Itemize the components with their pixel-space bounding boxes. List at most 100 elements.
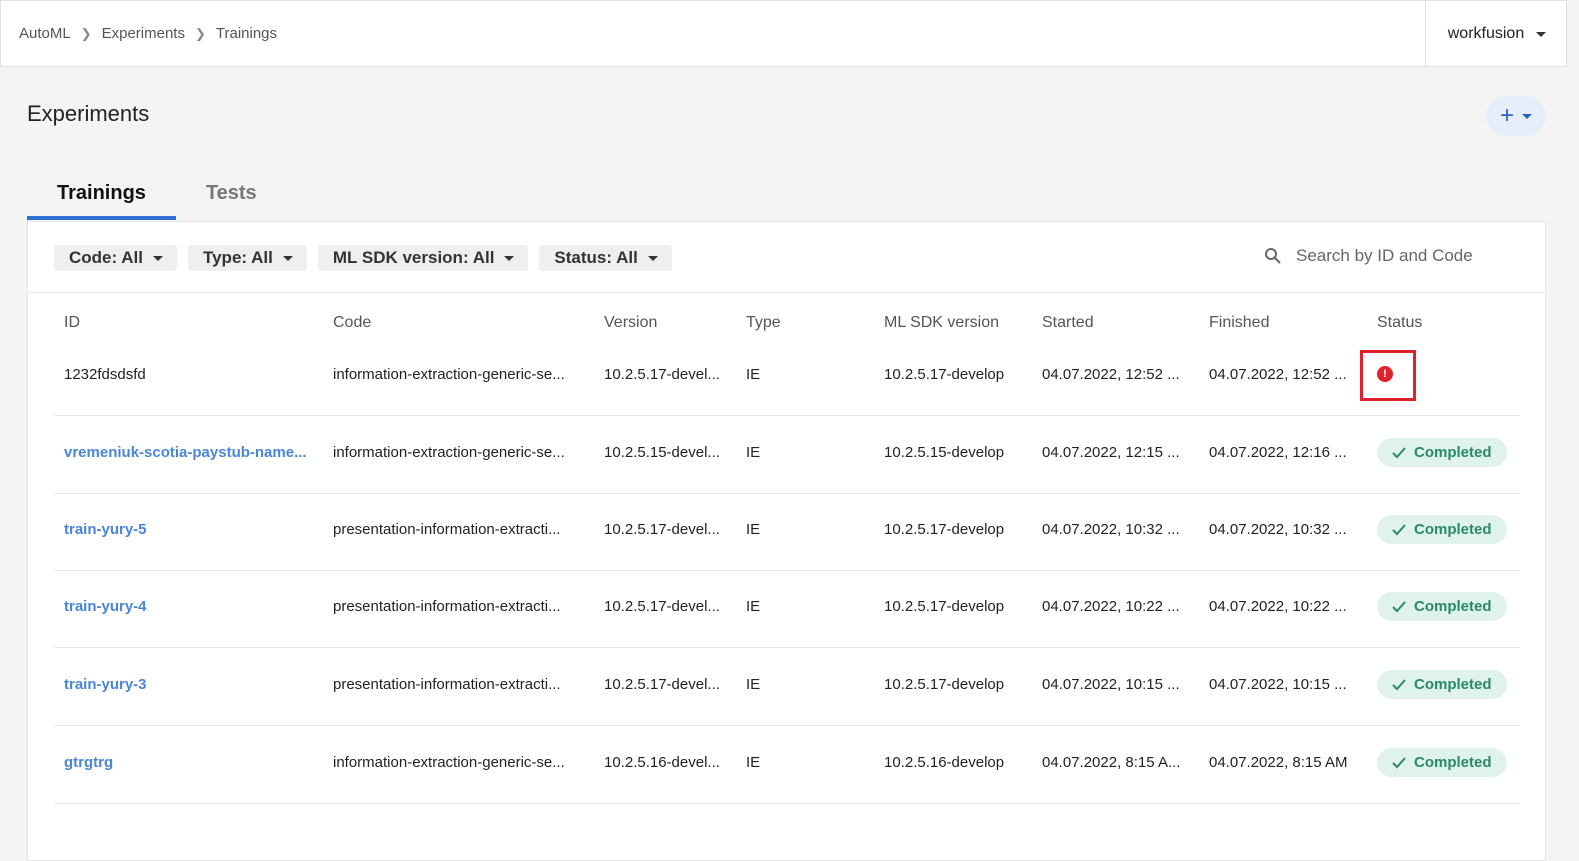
tabs: Trainings Tests: [27, 170, 287, 220]
status-label: Completed: [1414, 521, 1492, 538]
cell-type: IE: [746, 444, 761, 461]
filter-status-label: Status: All: [554, 248, 638, 267]
cell-finished: 04.07.2022, 12:52 ...: [1209, 366, 1347, 383]
chevron-right-icon: ❯: [194, 25, 206, 41]
cell-ml-sdk-version: 10.2.5.17-develop: [884, 598, 1005, 615]
cell-type: IE: [746, 754, 761, 771]
tab-tests[interactable]: Tests: [176, 170, 287, 220]
cell-id[interactable]: gtrgtrg: [64, 754, 310, 771]
cell-id[interactable]: train-yury-5: [64, 521, 310, 538]
caret-down-icon: [647, 255, 658, 261]
search-icon: [1265, 248, 1281, 264]
cell-version: 10.2.5.17-devel...: [604, 676, 720, 693]
column-header-finished[interactable]: Finished: [1209, 314, 1359, 332]
cell-type: IE: [746, 366, 761, 383]
cell-id[interactable]: train-yury-3: [64, 676, 310, 693]
breadcrumb-automl[interactable]: AutoML: [19, 25, 71, 42]
cell-started: 04.07.2022, 10:32 ...: [1042, 521, 1180, 538]
cell-status: Completed: [1377, 438, 1517, 467]
caret-down-icon: [504, 255, 515, 261]
cell-type: IE: [746, 521, 761, 538]
column-header-started[interactable]: Started: [1042, 314, 1187, 332]
table-row[interactable]: gtrgtrg information-extraction-generic-se…: [54, 726, 1520, 804]
cell-started: 04.07.2022, 10:22 ...: [1042, 598, 1180, 615]
filter-code-label: Code: All: [69, 248, 143, 267]
cell-finished: 04.07.2022, 10:15 ...: [1209, 676, 1347, 693]
status-badge: Completed: [1377, 670, 1507, 699]
cell-ml-sdk-version: 10.2.5.16-develop: [884, 754, 1005, 771]
user-name: workfusion: [1447, 25, 1525, 42]
add-button[interactable]: +: [1486, 96, 1546, 136]
caret-down-icon: [1522, 113, 1532, 119]
filter-status[interactable]: Status: All: [539, 245, 672, 271]
cell-code: presentation-information-extracti...: [333, 521, 561, 538]
filter-type-label: Type: All: [202, 248, 273, 267]
status-label: Completed: [1414, 754, 1492, 771]
trainings-table-card: Code: All Type: All ML SDK version: All …: [27, 221, 1546, 861]
table-row[interactable]: vremeniuk-scotia-paystub-name... informat…: [54, 416, 1520, 494]
breadcrumb-trainings: Trainings: [215, 25, 278, 42]
cell-status: Completed: [1377, 592, 1517, 621]
status-badge: Completed: [1377, 515, 1507, 544]
cell-code: presentation-information-extracti...: [333, 676, 561, 693]
cell-code: presentation-information-extracti...: [333, 598, 561, 615]
table-row[interactable]: train-yury-3 presentation-information-ext…: [54, 648, 1520, 726]
cell-status: Completed: [1377, 748, 1517, 777]
cell-id[interactable]: train-yury-4: [64, 598, 310, 615]
search-input[interactable]: Search by ID and Code: [1296, 246, 1473, 266]
cell-version: 10.2.5.17-devel...: [604, 366, 720, 383]
breadcrumb-experiments[interactable]: Experiments: [102, 25, 185, 42]
caret-down-icon: [1536, 31, 1547, 37]
column-header-version[interactable]: Version: [604, 314, 725, 332]
caret-down-icon: [282, 255, 293, 261]
cell-version: 10.2.5.16-devel...: [604, 754, 720, 771]
cell-id[interactable]: vremeniuk-scotia-paystub-name...: [64, 444, 310, 461]
status-badge: Completed: [1377, 748, 1507, 777]
table-row[interactable]: train-yury-5 presentation-information-ext…: [54, 493, 1520, 571]
tab-trainings[interactable]: Trainings: [27, 170, 176, 220]
column-header-code[interactable]: Code: [333, 314, 582, 332]
status-badge: Completed: [1377, 438, 1507, 467]
cell-type: IE: [746, 598, 761, 615]
caret-down-icon: [152, 255, 163, 261]
cell-finished: 04.07.2022, 12:16 ...: [1209, 444, 1347, 461]
filter-code[interactable]: Code: All: [54, 245, 177, 271]
breadcrumb: AutoML ❯ Experiments ❯ Trainings: [19, 25, 277, 42]
column-header-type[interactable]: Type: [746, 314, 866, 332]
table-row[interactable]: 1232fdsdsfd information-extraction-generi…: [54, 338, 1520, 416]
check-icon: [1392, 678, 1406, 690]
table-row[interactable]: train-yury-4 presentation-information-ext…: [54, 570, 1520, 648]
cell-status: Completed: [1377, 515, 1517, 544]
cell-code: information-extraction-generic-se...: [333, 754, 565, 771]
check-icon: [1392, 523, 1406, 535]
cell-id: 1232fdsdsfd: [64, 366, 146, 383]
cell-started: 04.07.2022, 12:52 ...: [1042, 366, 1180, 383]
search-box[interactable]: Search by ID and Code: [1264, 246, 1473, 266]
column-header-status[interactable]: Status: [1377, 314, 1517, 332]
cell-ml-sdk-version: 10.2.5.17-develop: [884, 521, 1005, 538]
plus-icon: +: [1499, 102, 1514, 129]
cell-ml-sdk-version: 10.2.5.15-develop: [884, 444, 1005, 461]
check-icon: [1392, 600, 1406, 612]
column-header-id[interactable]: ID: [64, 314, 310, 332]
check-icon: [1392, 446, 1406, 458]
filter-bar: Code: All Type: All ML SDK version: All …: [54, 245, 672, 271]
cell-finished: 04.07.2022, 10:22 ...: [1209, 598, 1347, 615]
cell-ml-sdk-version: 10.2.5.17-develop: [884, 676, 1005, 693]
cell-code: information-extraction-generic-se...: [333, 366, 565, 383]
check-icon: [1392, 756, 1406, 768]
filter-type[interactable]: Type: All: [187, 245, 307, 271]
status-label: Completed: [1414, 598, 1492, 615]
cell-finished: 04.07.2022, 8:15 AM: [1209, 754, 1348, 771]
column-header-ml-sdk-version[interactable]: ML SDK version: [884, 314, 1024, 332]
cell-started: 04.07.2022, 8:15 A...: [1042, 754, 1181, 771]
user-menu[interactable]: workfusion: [1425, 1, 1568, 67]
table-header: ID Code Version Type ML SDK version Star…: [54, 314, 1520, 336]
status-label: Completed: [1414, 676, 1492, 693]
status-badge: Completed: [1377, 592, 1507, 621]
cell-finished: 04.07.2022, 10:32 ...: [1209, 521, 1347, 538]
filter-ml-sdk-version[interactable]: ML SDK version: All: [317, 245, 529, 271]
cell-code: information-extraction-generic-se...: [333, 444, 565, 461]
filter-ml-sdk-version-label: ML SDK version: All: [332, 248, 495, 267]
top-bar: AutoML ❯ Experiments ❯ Trainings workfus…: [0, 0, 1567, 67]
